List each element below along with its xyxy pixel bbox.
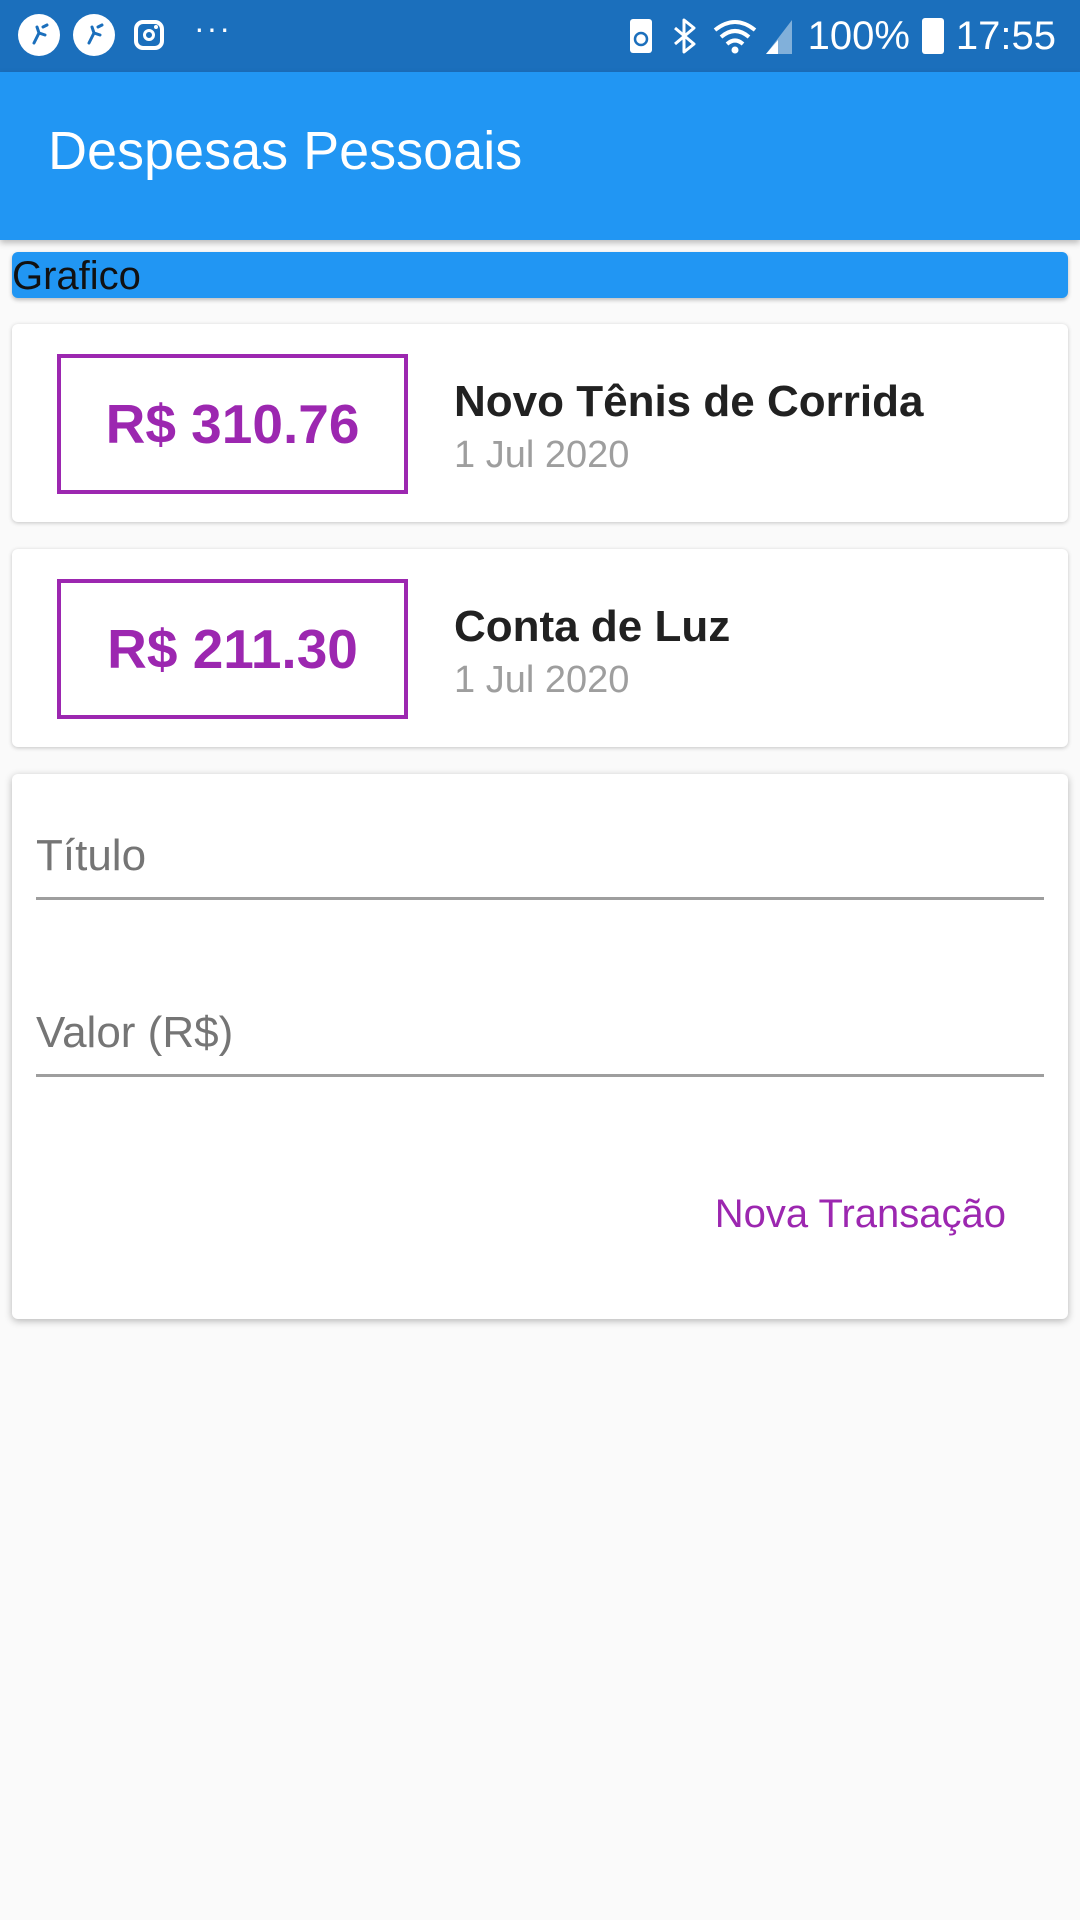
- title-field: [36, 774, 1044, 904]
- bluetooth-icon: [673, 18, 696, 54]
- new-transaction-form: Nova Transação: [12, 774, 1068, 1319]
- transaction-title: Novo Tênis de Corrida: [454, 377, 924, 426]
- transaction-card: R$ 211.30 Conta de Luz 1 Jul 2020: [12, 549, 1068, 747]
- transaction-card: R$ 310.76 Novo Tênis de Corrida 1 Jul 20…: [12, 324, 1068, 522]
- instagram-icon: [134, 20, 164, 50]
- title-input[interactable]: [36, 774, 1044, 900]
- app-icon: [18, 14, 60, 56]
- more-notifications-icon: ···: [194, 10, 232, 46]
- battery-icon: [921, 18, 944, 54]
- page-title: Despesas Pessoais: [48, 121, 523, 181]
- new-transaction-button[interactable]: Nova Transação: [715, 1194, 1006, 1234]
- app-icon: [73, 14, 115, 56]
- chart-label: Grafico: [12, 254, 141, 298]
- transaction-value: R$ 211.30: [107, 617, 358, 680]
- transaction-value: R$ 310.76: [105, 392, 360, 455]
- chart-card: Grafico: [12, 252, 1068, 298]
- transaction-value-box: R$ 211.30: [57, 579, 408, 719]
- value-input[interactable]: [36, 951, 1044, 1077]
- status-indicators: 100% 17:55: [629, 10, 1056, 62]
- status-notifications: ···: [18, 10, 232, 56]
- transaction-title: Conta de Luz: [454, 602, 731, 651]
- transaction-value-box: R$ 310.76: [57, 354, 408, 494]
- signal-icon: [765, 20, 792, 54]
- battery-saver-icon: [629, 19, 652, 53]
- wifi-icon: [713, 20, 756, 54]
- transaction-date: 1 Jul 2020: [454, 434, 630, 476]
- value-field: [36, 951, 1044, 1081]
- status-bar: ··· 100% 17:55: [0, 0, 1080, 72]
- transaction-date: 1 Jul 2020: [454, 659, 630, 701]
- app-bar: Despesas Pessoais: [0, 72, 1080, 240]
- battery-percentage: 100%: [807, 13, 910, 58]
- status-time: 17:55: [955, 13, 1056, 58]
